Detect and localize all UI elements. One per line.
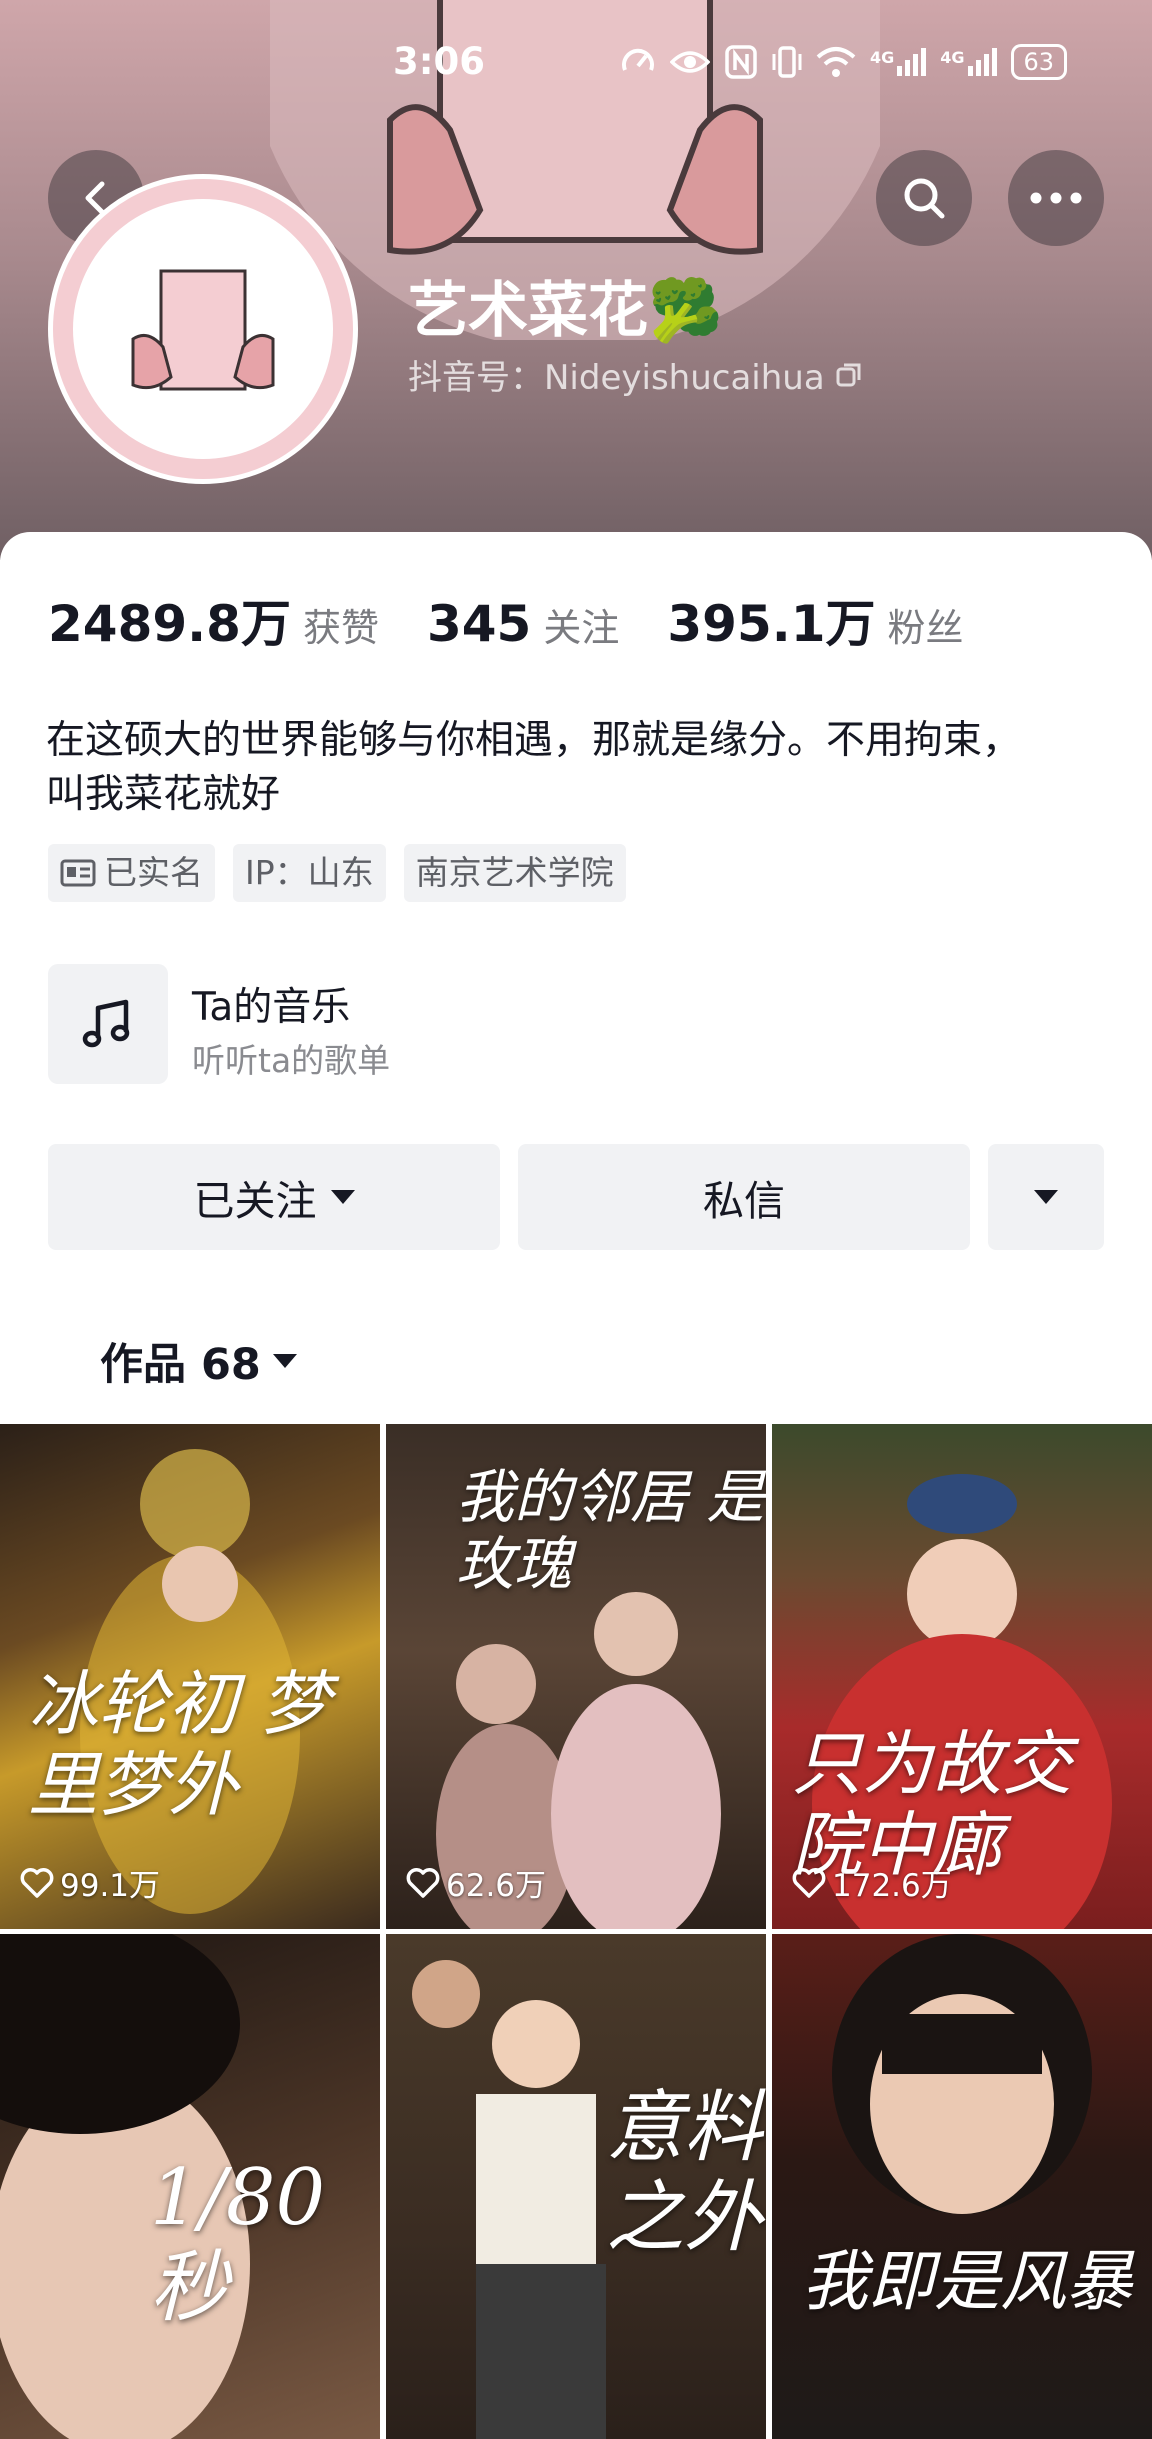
video-tile[interactable]: 1/80 秒 (0, 1934, 380, 2439)
music-entry[interactable]: Ta的音乐 听听ta的歌单 (48, 964, 648, 1084)
video-caption: 我的邻居 是玫瑰 (456, 1463, 765, 1598)
battery-indicator: 63 (1010, 44, 1068, 80)
likes-count: 62.6万 (446, 1868, 547, 1904)
video-tile[interactable]: 意料 之外 (386, 1934, 766, 2439)
video-thumbnail (832, 1934, 1092, 2214)
tag-label: 南京艺术学院 (415, 853, 614, 892)
followed-button[interactable]: 已关注 (48, 1144, 500, 1250)
vibrate-icon (772, 46, 802, 78)
profile-stats: 2489.8万 获赞 345 关注 395.1万 粉丝 (48, 584, 1012, 656)
eye-icon (670, 51, 710, 73)
video-tile[interactable]: 只为故交 院中廊 172.6万 (772, 1424, 1152, 1929)
likes-count: 172.6万 (832, 1868, 952, 1904)
tag-label: 已实名 (104, 853, 203, 892)
following-count[interactable]: 345 (427, 595, 531, 653)
status-icons: 4G 4G 63 (620, 44, 1068, 80)
tab-works[interactable]: 作品 68 (100, 1330, 297, 1392)
avatar[interactable] (48, 174, 358, 484)
verified-tag: 已实名 (48, 844, 215, 902)
video-tile[interactable]: 冰轮初 梦里梦外 99.1万 (0, 1424, 380, 1929)
message-button[interactable]: 私信 (518, 1144, 970, 1250)
expand-recommendations-button[interactable] (988, 1144, 1104, 1250)
heart-icon (792, 1867, 826, 1898)
signal-icon: 4G (940, 48, 997, 76)
video-tile[interactable]: 我的邻居 是玫瑰 62.6万 (386, 1424, 766, 1929)
caret-down-icon (330, 1190, 355, 1204)
video-caption: 意料 之外 (606, 2083, 763, 2263)
heart-icon (406, 1867, 440, 1898)
profile-header-background: 3:06 4G 4G 63 艺术菜花🥦 抖音号：Nideyishucaihua (0, 0, 1152, 560)
network-type-1: 4G (870, 48, 895, 67)
video-likes: 172.6万 (792, 1860, 952, 1905)
following-label[interactable]: 关注 (543, 597, 619, 652)
speed-icon (622, 48, 654, 71)
wifi-icon (816, 47, 856, 77)
video-caption: 我即是风暴 (802, 2243, 1132, 2320)
douyin-id-row[interactable]: 抖音号：Nideyishucaihua (408, 350, 863, 399)
ip-location-tag: IP：山东 (233, 844, 386, 902)
likes-count: 99.1万 (60, 1868, 161, 1904)
profile-tags: 已实名 IP：山东 南京艺术学院 (48, 844, 626, 902)
video-likes: 62.6万 (406, 1860, 546, 1905)
video-likes: 99.1万 (20, 1860, 160, 1905)
likes-label: 获赞 (302, 606, 379, 650)
search-button[interactable] (876, 150, 972, 246)
profile-info-card: 2489.8万 获赞 345 关注 395.1万 粉丝 在这硕大的世界能够与你相… (0, 532, 1152, 1432)
heart-icon (20, 1867, 54, 1898)
id-card-icon (60, 859, 96, 887)
status-bar: 3:06 4G 4G 63 (0, 40, 1152, 96)
tag-label: IP：山东 (245, 853, 374, 892)
search-icon (904, 178, 945, 219)
works-tab-label: 作品 68 (100, 1340, 261, 1390)
status-time: 3:06 (393, 40, 486, 83)
video-caption: 1/80 秒 (150, 2153, 326, 2333)
profile-name: 艺术菜花🥦 (408, 276, 723, 346)
followers-label[interactable]: 粉丝 (888, 597, 964, 652)
caret-down-icon (1034, 1190, 1058, 1204)
music-note-box (48, 964, 168, 1084)
nfc-icon (725, 45, 757, 79)
works-grid: 冰轮初 梦里梦外 99.1万 我的邻居 是玫瑰 62.6万 只为故交 院中廊 1… (0, 1424, 1152, 2439)
video-caption: 冰轮初 梦里梦外 (28, 1663, 331, 1826)
more-options-button[interactable] (1008, 150, 1104, 246)
bio-line: 在这硕大的世界能够与你相遇，那就是缘分。不用拘束， (46, 718, 1022, 763)
music-note-icon (82, 999, 130, 1048)
music-subtitle: 听听ta的歌单 (192, 1041, 391, 1080)
avatar-illustration (73, 199, 333, 459)
douyin-id: 抖音号：Nideyishucaihua (408, 358, 825, 398)
followers-count[interactable]: 395.1万 (667, 584, 875, 656)
copy-icon[interactable] (835, 361, 863, 389)
likes-count: 2489.8万 (48, 595, 291, 653)
bio-line: 叫我菜花就好 (46, 772, 281, 817)
school-tag[interactable]: 南京艺术学院 (403, 844, 626, 902)
caret-down-icon (272, 1354, 297, 1368)
music-title: Ta的音乐 (192, 985, 351, 1030)
message-label: 私信 (703, 1177, 785, 1225)
video-tile[interactable]: 我即是风暴 (772, 1934, 1152, 2439)
profile-bio: 在这硕大的世界能够与你相遇，那就是缘分。不用拘束， 叫我菜花就好 (46, 714, 1106, 822)
more-icon (1030, 192, 1082, 204)
signal-icon: 4G (870, 48, 927, 76)
network-type-2: 4G (940, 48, 965, 67)
followed-label: 已关注 (193, 1177, 317, 1225)
